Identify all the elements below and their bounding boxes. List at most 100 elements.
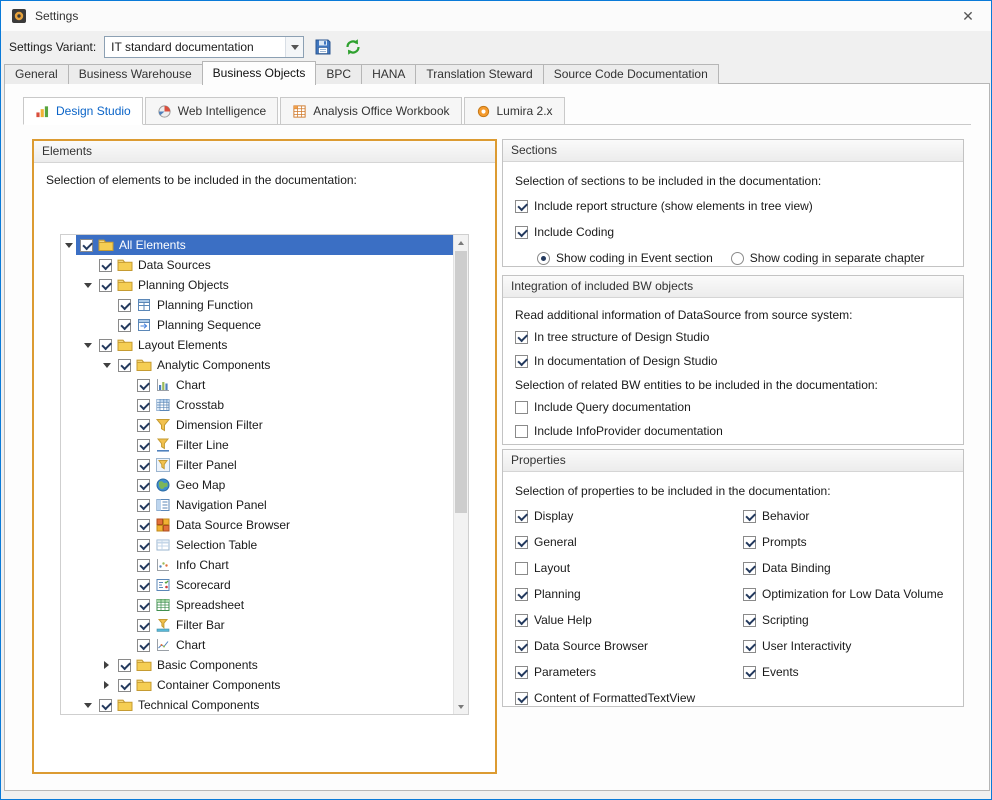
checkbox[interactable] <box>515 510 528 523</box>
tab-general[interactable]: General <box>4 64 69 84</box>
tree-item-body[interactable]: Filter Line <box>133 435 453 455</box>
checkbox[interactable] <box>137 519 150 532</box>
tab-translation-steward[interactable]: Translation Steward <box>415 64 543 84</box>
radio-button[interactable] <box>731 252 744 265</box>
subtab-web-intelligence[interactable]: Web Intelligence <box>145 97 279 125</box>
checkbox[interactable] <box>118 299 131 312</box>
tree-item-chart[interactable]: Chart <box>61 635 453 655</box>
tree-item-data-sources[interactable]: Data Sources <box>61 255 453 275</box>
checkbox[interactable] <box>743 562 756 575</box>
checkbox[interactable] <box>515 536 528 549</box>
subtab-design-studio[interactable]: Design Studio <box>23 97 143 125</box>
tree-item-body[interactable]: Filter Bar <box>133 615 453 635</box>
tree-item-body[interactable]: Analytic Components <box>114 355 453 375</box>
tree-item-dimension-filter[interactable]: Dimension Filter <box>61 415 453 435</box>
tab-business-warehouse[interactable]: Business Warehouse <box>68 64 203 84</box>
checkbox[interactable] <box>515 331 528 344</box>
checkbox[interactable] <box>137 479 150 492</box>
checkbox[interactable] <box>515 226 528 239</box>
tree-item-analytic-components[interactable]: Analytic Components <box>61 355 453 375</box>
expander-closed-icon[interactable] <box>99 675 114 695</box>
checkbox-row-include-report-structure-show-elements-in-tree-view[interactable]: Include report structure (show elements … <box>515 199 951 213</box>
checkbox[interactable] <box>137 599 150 612</box>
checkbox[interactable] <box>515 692 528 705</box>
tree-item-body[interactable]: Data Source Browser <box>133 515 453 535</box>
checkbox[interactable] <box>515 401 528 414</box>
checkbox-row-in-documentation-of-design-studio[interactable]: In documentation of Design Studio <box>515 354 951 368</box>
checkbox-row-data-binding[interactable]: Data Binding <box>743 561 951 575</box>
tree-item-chart[interactable]: Chart <box>61 375 453 395</box>
expander-open-icon[interactable] <box>80 335 95 355</box>
checkbox[interactable] <box>99 279 112 292</box>
checkbox-row-layout[interactable]: Layout <box>515 561 743 575</box>
scroll-thumb[interactable] <box>455 251 467 513</box>
checkbox[interactable] <box>743 510 756 523</box>
radio-row-show-coding-in-separate-chapter[interactable]: Show coding in separate chapter <box>731 251 925 265</box>
expander-open-icon[interactable] <box>61 235 76 255</box>
checkbox-row-planning[interactable]: Planning <box>515 587 743 601</box>
checkbox[interactable] <box>118 319 131 332</box>
tree-item-body[interactable]: Layout Elements <box>95 335 453 355</box>
save-icon[interactable] <box>312 36 334 58</box>
checkbox[interactable] <box>515 200 528 213</box>
checkbox[interactable] <box>137 379 150 392</box>
checkbox-row-user-interactivity[interactable]: User Interactivity <box>743 639 951 653</box>
checkbox[interactable] <box>137 499 150 512</box>
close-button[interactable]: ✕ <box>955 8 981 25</box>
checkbox[interactable] <box>743 640 756 653</box>
checkbox[interactable] <box>137 579 150 592</box>
tree-item-all-elements[interactable]: All Elements <box>61 235 453 255</box>
radio-button[interactable] <box>537 252 550 265</box>
checkbox[interactable] <box>118 659 131 672</box>
checkbox[interactable] <box>137 619 150 632</box>
checkbox[interactable] <box>80 239 93 252</box>
tree-item-body[interactable]: Planning Sequence <box>114 315 453 335</box>
checkbox[interactable] <box>515 425 528 438</box>
checkbox[interactable] <box>515 562 528 575</box>
checkbox[interactable] <box>743 536 756 549</box>
checkbox[interactable] <box>99 339 112 352</box>
tree-item-body[interactable]: All Elements <box>76 235 453 255</box>
tree-item-body[interactable]: Filter Panel <box>133 455 453 475</box>
checkbox-row-include-coding[interactable]: Include Coding <box>515 225 951 239</box>
tree-item-body[interactable]: Selection Table <box>133 535 453 555</box>
checkbox[interactable] <box>118 359 131 372</box>
combo-dropdown-icon[interactable] <box>285 37 303 57</box>
tree-item-selection-table[interactable]: Selection Table <box>61 535 453 555</box>
tree-item-body[interactable]: Technical Components <box>95 695 453 714</box>
checkbox[interactable] <box>515 614 528 627</box>
checkbox[interactable] <box>118 679 131 692</box>
tree-scrollbar[interactable] <box>453 235 468 714</box>
checkbox-row-in-tree-structure-of-design-studio[interactable]: In tree structure of Design Studio <box>515 330 951 344</box>
checkbox[interactable] <box>99 699 112 712</box>
checkbox[interactable] <box>137 559 150 572</box>
checkbox-row-events[interactable]: Events <box>743 665 951 679</box>
tree-item-filter-panel[interactable]: Filter Panel <box>61 455 453 475</box>
tree-item-filter-line[interactable]: Filter Line <box>61 435 453 455</box>
tree-item-planning-sequence[interactable]: Planning Sequence <box>61 315 453 335</box>
tree-item-layout-elements[interactable]: Layout Elements <box>61 335 453 355</box>
refresh-icon[interactable] <box>342 36 364 58</box>
checkbox[interactable] <box>137 539 150 552</box>
checkbox[interactable] <box>99 259 112 272</box>
checkbox-row-prompts[interactable]: Prompts <box>743 535 951 549</box>
checkbox-row-optimization-for-low-data-volume[interactable]: Optimization for Low Data Volume <box>743 587 951 601</box>
checkbox[interactable] <box>743 614 756 627</box>
tree-item-crosstab[interactable]: Crosstab <box>61 395 453 415</box>
checkbox-row-content-of-formattedtextview[interactable]: Content of FormattedTextView <box>515 691 743 705</box>
tree-item-body[interactable]: Scorecard <box>133 575 453 595</box>
tree-item-filter-bar[interactable]: Filter Bar <box>61 615 453 635</box>
checkbox[interactable] <box>137 459 150 472</box>
checkbox[interactable] <box>515 640 528 653</box>
tree-item-body[interactable]: Chart <box>133 635 453 655</box>
tree-item-spreadsheet[interactable]: Spreadsheet <box>61 595 453 615</box>
tree-item-container-components[interactable]: Container Components <box>61 675 453 695</box>
tree-item-geo-map[interactable]: Geo Map <box>61 475 453 495</box>
checkbox-row-display[interactable]: Display <box>515 509 743 523</box>
checkbox[interactable] <box>515 355 528 368</box>
expander-closed-icon[interactable] <box>99 655 114 675</box>
scroll-down-icon[interactable] <box>454 699 468 714</box>
checkbox-row-data-source-browser[interactable]: Data Source Browser <box>515 639 743 653</box>
tab-business-objects[interactable]: Business Objects <box>202 61 317 85</box>
tree-item-navigation-panel[interactable]: Navigation Panel <box>61 495 453 515</box>
